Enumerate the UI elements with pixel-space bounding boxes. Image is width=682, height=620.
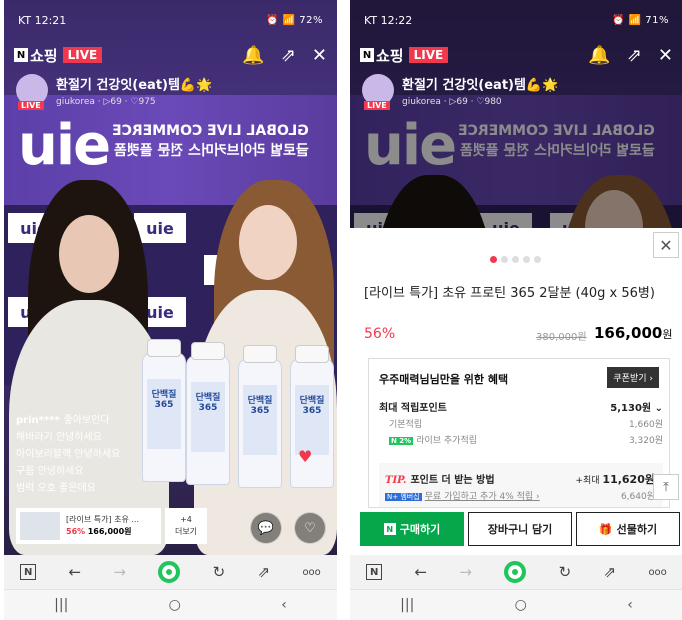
product-sheet-screen: uie GLOBAL LIVE COMMERCE 글로벌 라이브커머스 전문 플… xyxy=(350,0,682,620)
scroll-top-icon[interactable]: ⤒ xyxy=(653,474,679,500)
live-header: N 쇼핑 LIVE 🔔 ⇗ ✕ xyxy=(4,40,337,70)
product-card[interactable]: [라이브 특가] 초유 ... 56% 166,000원 xyxy=(16,508,161,544)
back-icon[interactable]: ‹ xyxy=(627,597,633,613)
more-icon[interactable]: ooo xyxy=(648,567,666,578)
product-detail-sheet: ✕ [라이브 특가] 초유 프로틴 365 2달분 (40g x 56병) 56… xyxy=(350,228,682,555)
final-price: 166,000원 xyxy=(594,324,673,342)
product-bottle: 단백질 365 xyxy=(142,339,186,482)
back-icon[interactable]: ‹ xyxy=(281,597,287,613)
status-bar: KT 12:22 ⏰ 📶 71% xyxy=(350,0,682,40)
benefit-box: 우주매력님님만을 위한 혜택 쿠폰받기 › 최대 적립포인트 5,130원 ⌄ … xyxy=(368,358,670,508)
product-discount: 56% xyxy=(66,527,86,536)
discount-rate: 56% xyxy=(364,326,396,342)
chat-message: 범럭 오호 좋은데요 xyxy=(16,483,96,494)
heart-icon: ♥ xyxy=(298,447,313,466)
add-to-cart-button[interactable]: 장바구니 담기 xyxy=(468,512,572,546)
share-icon[interactable]: ⇗ xyxy=(604,563,617,581)
live-badge: LIVE xyxy=(408,47,449,63)
more-icon[interactable]: ooo xyxy=(302,567,320,578)
product-thumbnail xyxy=(20,512,60,540)
naver-home-icon[interactable]: N xyxy=(366,564,383,580)
more-products-button[interactable]: +4 더보기 xyxy=(165,508,207,544)
naver-home-icon[interactable]: N xyxy=(20,564,37,580)
status-time: KT 12:21 xyxy=(18,13,67,27)
product-name: [라이브 특가] 초유 ... xyxy=(66,515,140,524)
like-icon[interactable]: ♡ xyxy=(294,512,326,544)
benefit-header: 우주매력님님만을 위한 혜택 xyxy=(379,373,509,386)
notification-bell-icon[interactable]: 🔔 xyxy=(242,45,264,66)
product-bottle: 단백질 365 xyxy=(186,342,230,485)
channel-avatar[interactable]: LIVE xyxy=(16,74,48,110)
original-price: 380,000원 xyxy=(536,332,587,343)
chat-icon[interactable]: 💬 xyxy=(250,512,282,544)
chat-message: prin**** 좋아보인다 xyxy=(16,415,110,426)
refresh-icon[interactable]: ↻ xyxy=(213,563,226,581)
green-dot-icon[interactable] xyxy=(504,561,527,583)
share-icon[interactable]: ⇗ xyxy=(258,563,271,581)
status-icons: ⏰ 📶 72% xyxy=(266,14,323,26)
close-icon[interactable]: ✕ xyxy=(312,45,327,66)
gift-button[interactable]: 🎁 선물하기 xyxy=(576,512,680,546)
max-points-row[interactable]: 최대 적립포인트 5,130원 ⌄ xyxy=(379,399,663,414)
live-badge: LIVE xyxy=(62,47,103,63)
home-icon[interactable]: ○ xyxy=(169,597,181,613)
green-dot-icon[interactable] xyxy=(158,561,181,583)
forward-arrow-icon[interactable]: → xyxy=(113,563,126,581)
channel-info: LIVE 환절기 건강잇(eat)템💪🌟 giukorea · ▷69 · ♡9… xyxy=(16,74,213,110)
status-icons: ⏰ 📶 71% xyxy=(612,14,669,26)
status-bar: KT 12:21 ⏰ 📶 72% xyxy=(4,0,337,40)
home-icon[interactable]: ○ xyxy=(515,597,527,613)
live-points-row: N 2% 라이브 추가적립 3,320원 xyxy=(389,436,663,446)
close-icon[interactable]: ✕ xyxy=(658,45,673,66)
notification-bell-icon[interactable]: 🔔 xyxy=(588,45,610,66)
recent-apps-icon[interactable]: ||| xyxy=(400,597,414,613)
channel-meta: giukorea · ▷69 · ♡975 xyxy=(56,97,156,107)
refresh-icon[interactable]: ↻ xyxy=(559,563,572,581)
back-arrow-icon[interactable]: ← xyxy=(68,563,81,581)
tip-box: TIP. 포인트 더 받는 방법 +최대 11,620원 N+ 멤버십 무료 가입하… xyxy=(379,463,663,507)
chat-message: 해바라기 안녕하세요 xyxy=(16,432,102,443)
channel-avatar[interactable]: LIVE xyxy=(362,74,394,110)
chat-list: prin**** 좋아보인다 해바라기 안녕하세요 아이보리블랙 안녕하세요 구름… xyxy=(16,412,120,497)
channel-meta: giukorea · ▷69 · ♡980 xyxy=(402,97,502,107)
recent-apps-icon[interactable]: ||| xyxy=(54,597,68,613)
share-icon[interactable]: ⇗ xyxy=(627,45,642,66)
coupon-button[interactable]: 쿠폰받기 › xyxy=(607,367,659,388)
shopping-label: 쇼핑 xyxy=(376,46,404,65)
status-time: KT 12:22 xyxy=(364,13,413,27)
naver-logo-icon: N xyxy=(360,48,374,62)
live-header: N 쇼핑 LIVE 🔔 ⇗ ✕ xyxy=(350,40,682,70)
naver-logo-icon: N xyxy=(14,48,28,62)
live-title: 환절기 건강잇(eat)템💪🌟 xyxy=(402,78,559,93)
browser-toolbar: N ← → ↻ ⇗ ooo xyxy=(350,555,682,589)
product-bottle: 단백질 365 xyxy=(290,345,334,488)
banner-logo: uie xyxy=(18,113,111,178)
share-icon[interactable]: ⇗ xyxy=(281,45,296,66)
product-price: 166,000원 xyxy=(87,527,132,536)
channel-info: LIVE 환절기 건강잇(eat)템💪🌟 giukorea · ▷69 · ♡9… xyxy=(362,74,559,110)
buy-button[interactable]: N 구매하기 xyxy=(360,512,464,546)
product-title: [라이브 특가] 초유 프로틴 365 2달분 (40g x 56병) xyxy=(364,286,655,301)
system-nav-bar: ||| ○ ‹ xyxy=(4,589,337,620)
shopping-label: 쇼핑 xyxy=(30,46,58,65)
action-bar: N 구매하기 장바구니 담기 🎁 선물하기 xyxy=(360,512,680,546)
close-sheet-icon[interactable]: ✕ xyxy=(653,232,679,258)
basic-points-row: 기본적립 1,660원 xyxy=(389,420,663,430)
product-bottle: 단백질 365 xyxy=(238,345,282,488)
system-nav-bar: ||| ○ ‹ xyxy=(350,589,682,620)
browser-toolbar: N ← → ↻ ⇗ ooo xyxy=(4,555,337,589)
chat-message: 구름 안녕하세요 xyxy=(16,466,84,477)
image-pager[interactable] xyxy=(490,256,541,263)
chat-message: 아이보리블랙 안녕하세요 xyxy=(16,449,121,460)
membership-row[interactable]: N+ 멤버십 무료 가입하고 추가 4% 적립 › 6,640원 xyxy=(385,489,655,502)
banner-text: GLOBAL LIVE COMMERCE 글로벌 라이브커머스 전문 플랫폼 xyxy=(112,123,309,159)
live-title: 환절기 건강잇(eat)템💪🌟 xyxy=(56,78,213,93)
forward-arrow-icon[interactable]: → xyxy=(459,563,472,581)
live-stream-screen: uie GLOBAL LIVE COMMERCE 글로벌 라이브커머스 전문 플… xyxy=(4,0,337,620)
gift-icon: 🎁 xyxy=(598,522,613,536)
back-arrow-icon[interactable]: ← xyxy=(414,563,427,581)
